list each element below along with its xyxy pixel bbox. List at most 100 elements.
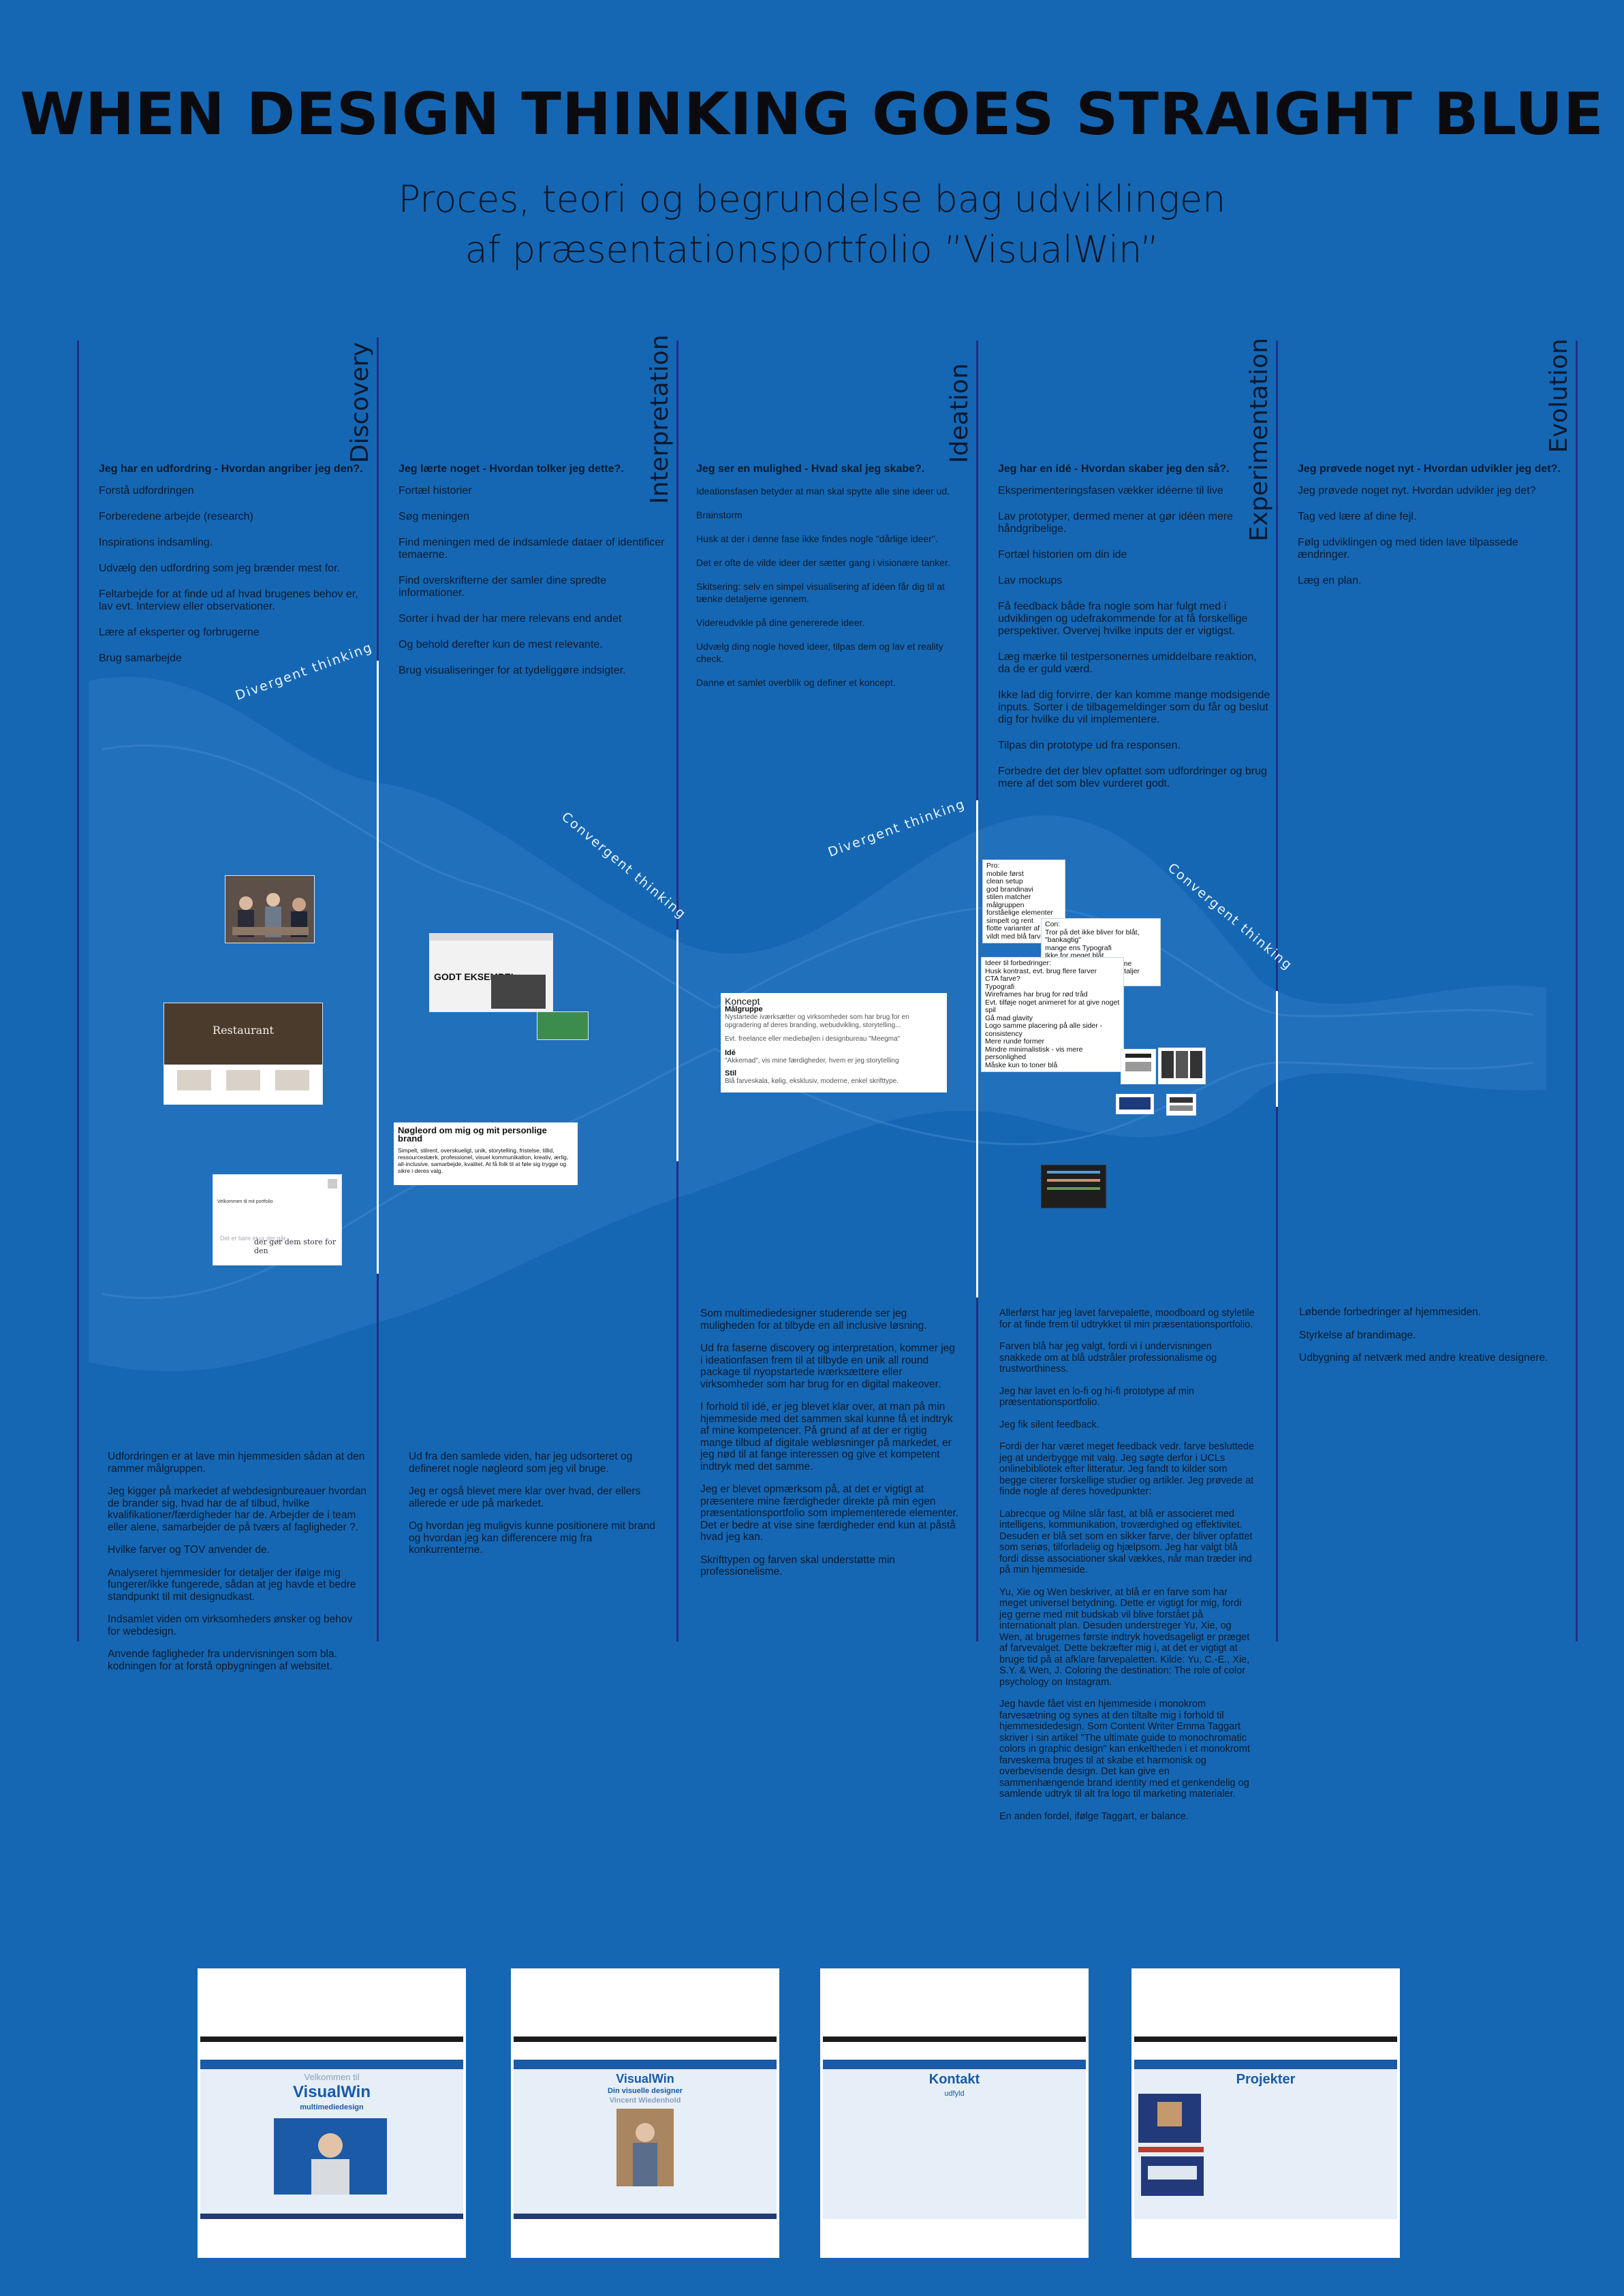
subtitle-line-1: Proces, teori og begrundelse bag udvikli… — [398, 178, 1226, 221]
list-item: Husk at der i denne fase ikke findes nog… — [696, 533, 938, 544]
divider-highlight — [1276, 991, 1278, 1107]
website-screenshot: Velkommen til mit portfolio Det er bare … — [213, 1174, 342, 1265]
paragraph: Jeg havde fået vist en hjemmeside i mono… — [999, 1699, 1250, 1799]
list-item: Sorter i hvad der har mere relevans end … — [399, 613, 622, 625]
column-heading: Jeg prøvede noget nyt - Hvordan udvikler… — [1298, 463, 1561, 475]
list-item: Find overskrifterne der samler dine spre… — [399, 575, 607, 599]
paragraph: Ud fra den samlede viden, har jeg udsort… — [409, 1451, 633, 1475]
list-item: Ikke lad dig forvirre, der kan komme man… — [998, 689, 1270, 725]
stage-label-discovery: Discovery — [346, 342, 374, 463]
concept-title: Koncept — [725, 996, 760, 1007]
list-item: Inspirations indsamling. — [99, 537, 213, 548]
note-line: stilen matcher målgruppen — [986, 893, 1031, 909]
paragraph: Skrifttypen og farven skal understøtte m… — [700, 1554, 896, 1578]
hero-banner: Restaurant — [164, 1003, 322, 1065]
nav-bar — [200, 2060, 463, 2069]
list-item: Tag ved lære af dine fejl. — [1298, 511, 1417, 522]
note-line: Evt. tilføje noget animeret for at give … — [985, 998, 1120, 1014]
paragraph: Og hvordan jeg muligvis kunne positioner… — [409, 1520, 655, 1556]
ideation-column: Jeg ser en mulighed - Hvad skal jeg skab… — [696, 463, 969, 700]
paragraph: Fordi der har været meget feedback vedr.… — [999, 1441, 1254, 1497]
wireframe-thumbnail — [1116, 1094, 1154, 1114]
paragraph: Allerførst har jeg lavet farvepalette, m… — [999, 1308, 1255, 1330]
paragraph: Udfordringen er at lave min hjemmesiden … — [108, 1451, 365, 1475]
list-item: Find meningen med de indsamlede dataer o… — [399, 537, 665, 561]
column-heading: Jeg har en udfordring - Hvordan angriber… — [99, 463, 363, 475]
paragraph: Løbende forbedringer af hjemmesiden. — [1299, 1306, 1482, 1318]
portrait-photo — [616, 2109, 674, 2186]
list-item: Brainstorm — [696, 509, 743, 520]
list-item: Lav prototyper, dermed mener at gør idée… — [998, 511, 1234, 535]
paragraph: Labrecque og Milne slår fast, at blå er … — [999, 1508, 1253, 1576]
note-line: Logo samme placering på alle sider - con… — [985, 1022, 1103, 1038]
list-item: Det er ofte de vilde ideer der sætter ga… — [696, 557, 950, 568]
photo-placeholder — [491, 975, 546, 1009]
paragraph: Farven blå har jeg valgt, fordi vi i und… — [999, 1341, 1217, 1374]
column-heading: Jeg lærte noget - Hvordan tolker jeg det… — [399, 463, 624, 475]
list-item: Eksperimenteringsfasen vækker idéerne ti… — [998, 485, 1223, 497]
screenshot-subheading: Vincent Wiedenhold — [609, 2096, 681, 2105]
list-item: Ideationsfasen betyder at man skal spytt… — [696, 486, 950, 497]
column-heading: Jeg har en idé - Hvordan skaber jeg den … — [998, 463, 1230, 475]
column-heading: Jeg ser en mulighed - Hvad skal jeg skab… — [696, 463, 925, 475]
paragraph: I forhold til idé, er jeg blevet klar ov… — [700, 1401, 953, 1473]
screenshot-heading: VisualWin — [292, 2083, 371, 2101]
evolution-column: Jeg prøvede noget nyt - Hvordan udvikler… — [1298, 463, 1570, 601]
experimentation-details: Allerførst har jeg lavet farvepalette, m… — [999, 1308, 1257, 1833]
paragraph: Yu, Xie og Wen beskriver, at blå er en f… — [999, 1586, 1250, 1688]
concept-style: Blå farveskala, kølig, eksklusiv, modern… — [725, 1078, 899, 1085]
poster-subtitle: Proces, teori og begrundelse bag udvikli… — [0, 174, 1624, 275]
concept-idea-label: Idé — [725, 1049, 736, 1057]
paragraph: Jeg fik silent feedback. — [999, 1419, 1099, 1430]
note-line: Måske kun to toner blå — [985, 1060, 1058, 1069]
list-item: Læg mærke til testpersonernes umiddelbar… — [998, 651, 1257, 675]
list-item: Lav mockups — [998, 575, 1063, 586]
paragraph: Jeg kigger på markedet af webdesignburea… — [108, 1485, 366, 1533]
note-line: Ideer til forbedringer: — [985, 959, 1051, 967]
code-editor-thumbnail — [1041, 1165, 1106, 1208]
project-card — [1141, 2156, 1204, 2196]
note-line: clean setup — [986, 877, 1023, 885]
project-card — [1138, 2094, 1201, 2143]
screenshot-heading: Projekter — [1236, 2072, 1296, 2087]
note-line: Con: — [1045, 920, 1061, 928]
webshot-caption: der gør dem store for den — [254, 1238, 337, 1255]
note-line: Pro: — [986, 862, 1000, 870]
divider-line — [77, 341, 79, 1641]
screenshot-projects: Projekter — [1131, 1968, 1400, 2258]
screenshot-home: Velkommen til VisualWin multimediedesign — [198, 1968, 466, 2258]
paragraph: Hvilke farver og TOV anvender de. — [108, 1544, 270, 1556]
list-item: Jeg prøvede noget nyt. Hvordan udvikler … — [1298, 485, 1536, 497]
list-item: Danne et samlet overblik og definer et k… — [696, 677, 896, 688]
brand-keywords-card: Nøgleord om mig og mit personlige brand … — [394, 1122, 578, 1185]
list-item: Få feedback både fra nogle som har fulgt… — [998, 601, 1248, 637]
paragraph: Som multimediedesigner studerende ser je… — [700, 1308, 927, 1332]
screenshot-heading: Velkommen til — [304, 2072, 360, 2082]
paragraph: Styrkelse af brandimage. — [1299, 1329, 1416, 1341]
interpretation-details: Ud fra den samlede viden, har jeg udsort… — [409, 1451, 668, 1567]
list-item: Fortæl historier — [399, 485, 472, 497]
website-screenshot: Restaurant — [163, 1003, 323, 1105]
screenshot-subheading: multimediedesign — [300, 2103, 364, 2111]
divider-highlight — [976, 800, 978, 1298]
concept-idea: "Akkemad", vis mine færdigheder, hvem er… — [725, 1057, 899, 1065]
list-item: Tilpas din prototype ud fra responsen. — [998, 740, 1181, 751]
poster-title: WHEN DESIGN THINKING GOES STRAIGHT BLUE — [20, 80, 1604, 148]
portrait-photo — [274, 2118, 387, 2195]
screenshot-contact: Kontakt udfyld — [820, 1968, 1089, 2258]
convergent-thinking-label: Convergent thinking — [559, 809, 689, 922]
paragraph: Indsamlet viden om virksomheders ønsker … — [108, 1614, 353, 1637]
good-example-screenshot: GODT EKSEMPEL — [429, 933, 553, 1012]
note-line: Wireframes har brug for rød tråd — [985, 990, 1088, 998]
screenshot-subheading: Din visuelle designer — [607, 2087, 683, 2095]
people-photo-icon — [225, 876, 314, 943]
evolution-details: Løbende forbedringer af hjemmesiden. Sty… — [1299, 1306, 1558, 1375]
divider-line — [1576, 341, 1578, 1641]
note-line: CTA farve? — [985, 975, 1020, 983]
brand-keywords-title: Nøgleord om mig og mit personlige brand — [398, 1125, 547, 1144]
note-line: Mindre minimalistisk - vis mere personli… — [985, 1045, 1083, 1061]
concept-text: Nystartede iværksætter og virksomheder s… — [725, 1013, 909, 1029]
screenshot-about: VisualWin Din visuelle designer Vincent … — [511, 1968, 779, 2258]
screenshot-subheading: udfyld — [944, 2090, 965, 2098]
nav-bar — [514, 2060, 777, 2069]
